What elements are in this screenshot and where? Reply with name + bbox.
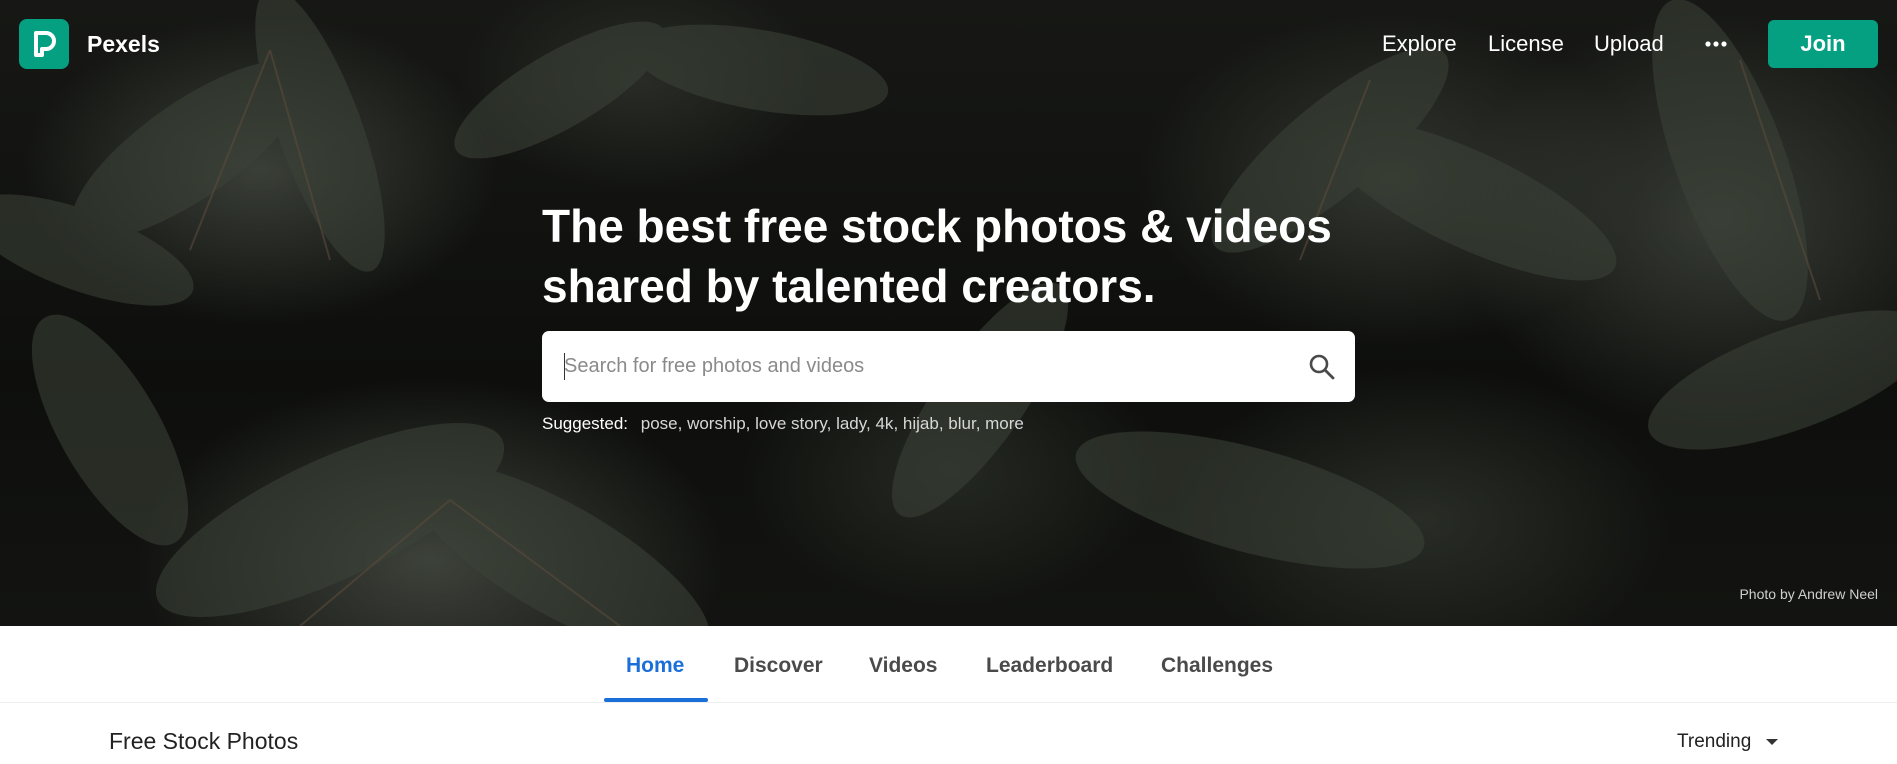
- suggested-label: Suggested:: [542, 414, 629, 433]
- tab-challenges[interactable]: Challenges: [1161, 654, 1273, 678]
- suggested-tag[interactable]: blur: [948, 414, 975, 433]
- brand-name[interactable]: Pexels: [87, 31, 160, 58]
- hero-headline: The best free stock photos & videos shar…: [542, 196, 1362, 316]
- sort-value: Trending: [1677, 731, 1752, 752]
- headline-line-2: shared by talented creators.: [542, 260, 1156, 312]
- sort-dropdown[interactable]: Trending: [1677, 731, 1779, 753]
- suggested-tags: pose, worship, love story, lady, 4k, hij…: [640, 414, 1024, 433]
- suggested-tag[interactable]: hijab: [903, 414, 939, 433]
- more-dots-icon[interactable]: [1703, 34, 1729, 54]
- top-navigation: Pexels Explore License Upload Join: [0, 0, 1897, 90]
- join-button[interactable]: Join: [1768, 20, 1878, 68]
- suggested-tag[interactable]: lady: [836, 414, 866, 433]
- search-icon[interactable]: [1308, 353, 1336, 381]
- search-input[interactable]: [564, 331, 1284, 402]
- suggested-more-link[interactable]: more: [985, 414, 1024, 433]
- nav-upload-link[interactable]: Upload: [1594, 31, 1664, 57]
- main-tabs: Home Discover Videos Leaderboard Challen…: [0, 626, 1897, 703]
- suggested-searches: Suggested: pose, worship, love story, la…: [542, 414, 1024, 434]
- photo-credit[interactable]: Photo by Andrew Neel: [1739, 586, 1878, 602]
- suggested-tag[interactable]: worship: [687, 414, 746, 433]
- nav-license-link[interactable]: License: [1488, 31, 1564, 57]
- tab-home[interactable]: Home: [626, 654, 684, 678]
- text-caret: [564, 353, 565, 380]
- suggested-tag[interactable]: love story: [755, 414, 827, 433]
- suggested-tag[interactable]: 4k: [875, 414, 893, 433]
- section-title: Free Stock Photos: [109, 728, 299, 754]
- search-bar[interactable]: [542, 331, 1355, 402]
- headline-line-1: The best free stock photos & videos: [542, 200, 1332, 252]
- chevron-down-icon: [1766, 739, 1779, 745]
- suggested-tag[interactable]: pose: [641, 414, 678, 433]
- pexels-logo-icon[interactable]: [19, 19, 69, 69]
- nav-explore-link[interactable]: Explore: [1382, 31, 1457, 57]
- tab-leaderboard[interactable]: Leaderboard: [986, 654, 1113, 678]
- active-tab-indicator: [604, 698, 708, 702]
- tab-videos[interactable]: Videos: [869, 654, 937, 678]
- tab-discover[interactable]: Discover: [734, 654, 823, 678]
